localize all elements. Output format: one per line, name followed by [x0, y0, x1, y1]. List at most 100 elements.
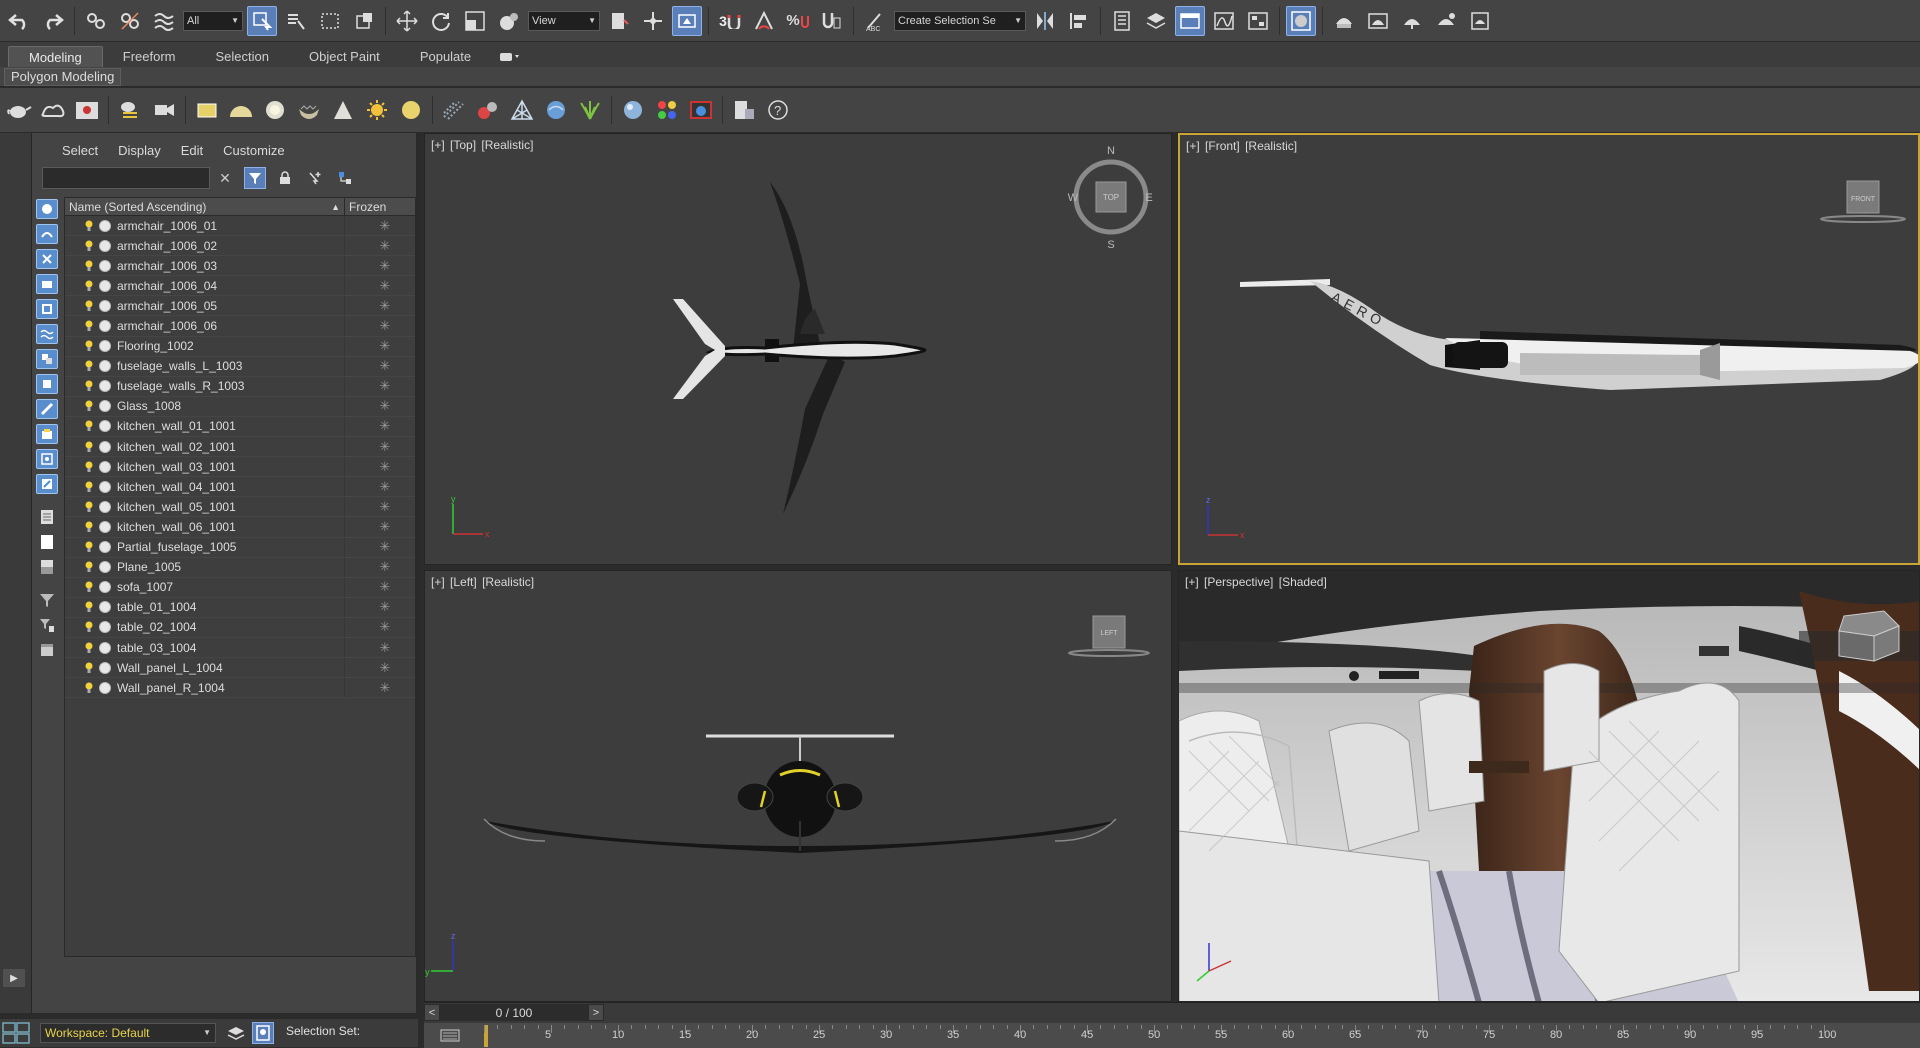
- render-setup-icon[interactable]: [1329, 6, 1359, 36]
- tab-populate[interactable]: Populate: [400, 46, 491, 67]
- scene-object-row[interactable]: table_01_1004 ✳: [65, 597, 415, 618]
- freeze-toggle-icon[interactable]: ✳: [345, 338, 415, 354]
- freeze-toggle-icon[interactable]: ✳: [345, 238, 415, 254]
- object-name-cell[interactable]: Wall_panel_R_1004: [65, 678, 345, 698]
- cameras-icon[interactable]: [149, 95, 179, 125]
- create-selection-set-dropdown[interactable]: Create Selection Se ▼: [894, 10, 1026, 31]
- viewport-perspective-label[interactable]: [+] [Perspective] [Shaded]: [1185, 575, 1329, 589]
- display-geometry-icon[interactable]: [36, 199, 58, 219]
- column-frozen-header[interactable]: Frozen: [345, 198, 415, 215]
- object-name-cell[interactable]: fuselage_walls_L_1003: [65, 356, 345, 376]
- tab-selection[interactable]: Selection: [196, 46, 289, 67]
- scene-object-row[interactable]: kitchen_wall_05_1001 ✳: [65, 497, 415, 518]
- menu-display[interactable]: Display: [108, 141, 171, 161]
- scene-object-row[interactable]: table_03_1004 ✳: [65, 637, 415, 659]
- viewport-shading-menu[interactable]: [Shaded]: [1279, 575, 1327, 589]
- freeze-toggle-icon[interactable]: ✳: [345, 418, 415, 434]
- lightbulb-icon[interactable]: [85, 300, 93, 312]
- viewcube-perspective[interactable]: [1838, 610, 1900, 662]
- scene-object-row[interactable]: kitchen_wall_01_1001 ✳: [65, 416, 415, 438]
- funnel-icon[interactable]: [36, 590, 58, 610]
- object-name-cell[interactable]: Flooring_1002: [65, 336, 345, 356]
- object-name-cell[interactable]: armchair_1006_03: [65, 256, 345, 276]
- lightbulb-icon[interactable]: [85, 621, 93, 633]
- object-visibility-icon[interactable]: [99, 320, 111, 333]
- selection-set-icon[interactable]: [252, 1022, 274, 1044]
- viewport-menu-plus[interactable]: [+]: [1185, 575, 1199, 589]
- object-name-cell[interactable]: table_03_1004: [65, 637, 345, 658]
- freeze-toggle-icon[interactable]: ✳: [345, 680, 415, 696]
- viewcube-left[interactable]: LEFT: [1068, 615, 1150, 657]
- scene-object-row[interactable]: armchair_1006_05 ✳: [65, 296, 415, 317]
- freeze-toggle-icon[interactable]: ✳: [345, 559, 415, 575]
- scene-object-row[interactable]: Wall_panel_L_1004 ✳: [65, 658, 415, 679]
- scene-object-row[interactable]: sofa_1007 ✳: [65, 577, 415, 598]
- shapes-icon[interactable]: [38, 95, 68, 125]
- display-containers-icon[interactable]: [36, 424, 58, 444]
- lightbulb-icon[interactable]: [85, 682, 93, 694]
- scene-object-row[interactable]: Flooring_1002 ✳: [65, 336, 415, 357]
- link-icon[interactable]: [81, 6, 111, 36]
- lightbulb-icon[interactable]: [85, 420, 93, 432]
- object-name-cell[interactable]: kitchen_wall_06_1001: [65, 517, 345, 537]
- scene-object-row[interactable]: armchair_1006_04 ✳: [65, 276, 415, 297]
- polygon-modeling-label[interactable]: Polygon Modeling: [4, 68, 122, 86]
- freeze-toggle-icon[interactable]: ✳: [345, 599, 415, 615]
- object-name-cell[interactable]: armchair_1006_04: [65, 276, 345, 296]
- object-name-cell[interactable]: Partial_fuselage_1005: [65, 537, 345, 557]
- tab-object-paint[interactable]: Object Paint: [289, 46, 400, 67]
- scale-icon[interactable]: [460, 6, 490, 36]
- viewcube-front[interactable]: FRONT: [1820, 180, 1906, 223]
- display-groups-icon[interactable]: [36, 349, 58, 369]
- tab-modeling[interactable]: Modeling: [8, 46, 103, 67]
- help-icon[interactable]: ?: [763, 95, 793, 125]
- scene-object-row[interactable]: table_02_1004 ✳: [65, 617, 415, 638]
- display-helpers-icon[interactable]: [36, 299, 58, 319]
- freeze-toggle-icon[interactable]: ✳: [345, 640, 415, 656]
- layers-icon[interactable]: [226, 1023, 246, 1043]
- object-name-cell[interactable]: fuselage_walls_R_1003: [65, 376, 345, 396]
- freeze-toggle-icon[interactable]: ✳: [345, 378, 415, 394]
- unlink-icon[interactable]: [115, 6, 145, 36]
- object-name-cell[interactable]: kitchen_wall_02_1001: [65, 437, 345, 457]
- object-visibility-icon[interactable]: [99, 259, 111, 272]
- scene-object-row[interactable]: Glass_1008 ✳: [65, 396, 415, 417]
- scene-object-row[interactable]: kitchen_wall_06_1001 ✳: [65, 517, 415, 538]
- object-visibility-icon[interactable]: [99, 460, 111, 473]
- scene-object-row[interactable]: kitchen_wall_04_1001 ✳: [65, 477, 415, 498]
- frame-counter[interactable]: 0 / 100: [440, 1004, 588, 1021]
- object-visibility-icon[interactable]: [99, 480, 111, 493]
- display-hidden-icon[interactable]: [36, 474, 58, 494]
- lightbulb-icon[interactable]: [85, 441, 93, 453]
- bind-space-warp-icon[interactable]: [149, 6, 179, 36]
- freeze-toggle-icon[interactable]: ✳: [345, 459, 415, 475]
- object-visibility-icon[interactable]: [99, 340, 111, 353]
- freeze-toggle-icon[interactable]: ✳: [345, 539, 415, 555]
- viewport-perspective[interactable]: [+] [Perspective] [Shaded]: [1178, 570, 1920, 1002]
- display-bones-icon[interactable]: [36, 399, 58, 419]
- percent-snap-icon[interactable]: %: [783, 6, 813, 36]
- freeze-toggle-icon[interactable]: ✳: [345, 499, 415, 515]
- mesh-icon[interactable]: [507, 95, 537, 125]
- lock-icon[interactable]: [274, 167, 296, 189]
- fluid-icon[interactable]: [541, 95, 571, 125]
- expand-arrow-icon[interactable]: ▶: [3, 969, 25, 987]
- menu-select[interactable]: Select: [52, 141, 108, 161]
- scene-object-row[interactable]: Partial_fuselage_1005 ✳: [65, 537, 415, 558]
- cone-icon[interactable]: [328, 95, 358, 125]
- lightbulb-icon[interactable]: [85, 280, 93, 292]
- object-name-cell[interactable]: table_02_1004: [65, 617, 345, 637]
- image-icon[interactable]: [72, 95, 102, 125]
- object-name-cell[interactable]: Glass_1008: [65, 396, 345, 416]
- tab-freeform[interactable]: Freeform: [103, 46, 196, 67]
- render-cloud-icon[interactable]: [1465, 6, 1495, 36]
- freeze-toggle-icon[interactable]: ✳: [345, 258, 415, 274]
- lights-icon[interactable]: [115, 95, 145, 125]
- viewport-top[interactable]: [+] [Top] [Realistic] N S E W TOP y x: [424, 133, 1172, 565]
- material-editor-icon[interactable]: [1286, 5, 1316, 36]
- snaps-toggle-icon[interactable]: 3: [715, 6, 745, 36]
- object-name-cell[interactable]: armchair_1006_01: [65, 216, 345, 236]
- object-visibility-icon[interactable]: [99, 500, 111, 513]
- rotate-icon[interactable]: [426, 6, 456, 36]
- object-visibility-icon[interactable]: [99, 299, 111, 312]
